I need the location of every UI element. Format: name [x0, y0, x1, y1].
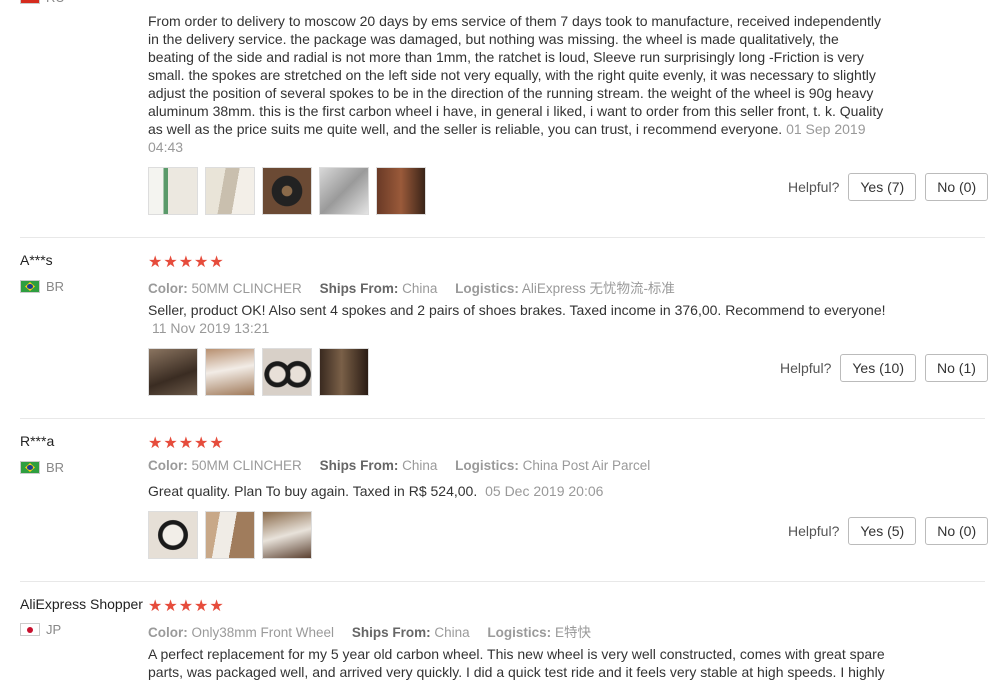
brazil-flag-icon: [20, 280, 40, 293]
color-value: 50MM CLINCHER: [191, 281, 302, 296]
helpful-label: Helpful?: [788, 523, 840, 539]
logistics-value: China Post Air Parcel: [522, 458, 651, 473]
review-photo[interactable]: [319, 167, 369, 215]
color-value: 50MM CLINCHER: [191, 458, 302, 473]
user-country: BR: [20, 279, 64, 294]
review-photo[interactable]: [262, 348, 312, 396]
helpful-label: Helpful?: [788, 179, 840, 195]
helpful-yes-button[interactable]: Yes (5): [848, 517, 917, 545]
helpful-section: Helpful? Yes (5) No (0): [788, 517, 989, 545]
review-photo[interactable]: [148, 348, 198, 396]
helpful-no-button[interactable]: No (1): [925, 354, 988, 382]
user-country: RU: [20, 0, 65, 5]
review-divider: [20, 418, 985, 419]
helpful-yes-button[interactable]: Yes (10): [840, 354, 916, 382]
review-text: Great quality. Plan To buy again. Taxed …: [148, 483, 604, 499]
review-photos: [148, 348, 369, 396]
helpful-label: Helpful?: [780, 360, 832, 376]
user-name: AliExpress Shopper: [20, 596, 143, 612]
review-photo[interactable]: [262, 167, 312, 215]
order-info: Color: Only38mm Front Wheel Ships From: …: [148, 625, 591, 640]
russia-flag-icon: [20, 0, 40, 4]
review-photos: [148, 511, 312, 559]
user-country: BR: [20, 460, 64, 475]
review-date: 05 Dec 2019 20:06: [485, 483, 604, 499]
logistics-value: AliExpress 无忧物流-标准: [521, 281, 675, 296]
helpful-yes-button[interactable]: Yes (7): [848, 173, 917, 201]
review-photo[interactable]: [376, 167, 426, 215]
review-divider: [20, 581, 985, 582]
review-text: Seller, product OK! Also sent 4 spokes a…: [148, 302, 886, 336]
brazil-flag-icon: [20, 461, 40, 474]
star-rating: ★★★★★: [148, 598, 225, 615]
ships-from-value: China: [434, 625, 470, 640]
ships-from-value: China: [402, 458, 438, 473]
user-name: A***s: [20, 252, 53, 268]
review-photos: [148, 167, 426, 215]
helpful-section: Helpful? Yes (7) No (0): [788, 173, 989, 201]
review-photo[interactable]: [205, 348, 255, 396]
review-text: A perfect replacement for my 5 year old …: [148, 646, 885, 680]
helpful-section: Helpful? Yes (10) No (1): [780, 354, 988, 382]
star-rating: ★★★★★: [148, 254, 225, 271]
star-rating: ★★★★★: [148, 435, 225, 452]
user-name: R***a: [20, 433, 55, 449]
review-text: From order to delivery to moscow 20 days…: [148, 13, 884, 155]
color-value: Only38mm Front Wheel: [191, 625, 335, 640]
review-date: 11 Nov 2019 13:21: [152, 320, 270, 336]
review-divider: [20, 237, 985, 238]
review-photo[interactable]: [319, 348, 369, 396]
order-info: Color: 50MM CLINCHER Ships From: China L…: [148, 458, 651, 473]
logistics-value: E特快: [554, 625, 591, 640]
review-photo[interactable]: [205, 167, 255, 215]
review-photo[interactable]: [148, 511, 198, 559]
japan-flag-icon: [20, 623, 40, 636]
helpful-no-button[interactable]: No (0): [925, 173, 989, 201]
review-photo[interactable]: [148, 167, 198, 215]
user-country: JP: [20, 622, 61, 637]
helpful-no-button[interactable]: No (0): [925, 517, 989, 545]
ships-from-value: China: [402, 281, 438, 296]
review-photo[interactable]: [262, 511, 312, 559]
order-info: Color: 50MM CLINCHER Ships From: China L…: [148, 281, 675, 296]
review-photo[interactable]: [205, 511, 255, 559]
